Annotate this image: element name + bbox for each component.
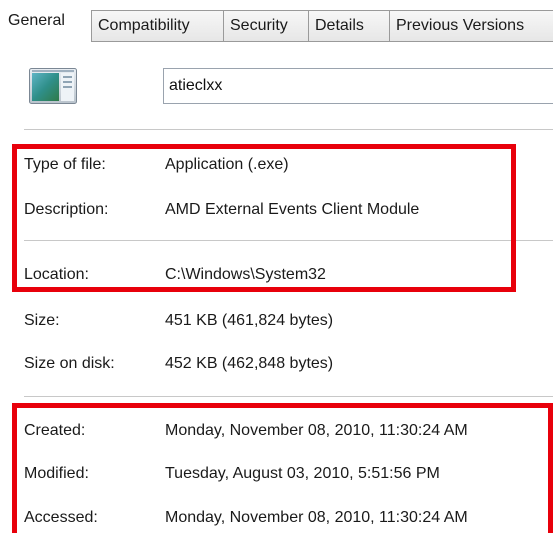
size-on-disk-value: 452 KB (462,848 bytes): [165, 355, 334, 372]
size-value: 451 KB (461,824 bytes): [165, 312, 334, 329]
size-on-disk-row: Size on disk: 452 KB (462,848 bytes): [0, 351, 553, 377]
tab-strip-border: [91, 41, 553, 42]
tab-general[interactable]: General: [4, 6, 65, 42]
tab-compatibility[interactable]: Compatibility: [91, 10, 224, 42]
size-row: Size: 451 KB (461,824 bytes): [0, 308, 553, 334]
file-properties-general-page: General Compatibility Security Details P…: [0, 0, 553, 533]
application-window-icon: [28, 66, 78, 106]
tab-previous-versions[interactable]: Previous Versions: [389, 10, 553, 42]
separator: [24, 129, 553, 130]
tab-strip: General Compatibility Security Details P…: [0, 0, 553, 42]
highlight-box-file-info: [12, 144, 516, 292]
file-name-input[interactable]: [163, 68, 553, 104]
size-on-disk-label: Size on disk:: [24, 355, 115, 372]
tab-security[interactable]: Security: [223, 10, 309, 42]
highlight-box-timestamps: [12, 403, 553, 533]
tab-details[interactable]: Details: [308, 10, 390, 42]
separator: [24, 396, 553, 397]
size-label: Size:: [24, 312, 60, 329]
